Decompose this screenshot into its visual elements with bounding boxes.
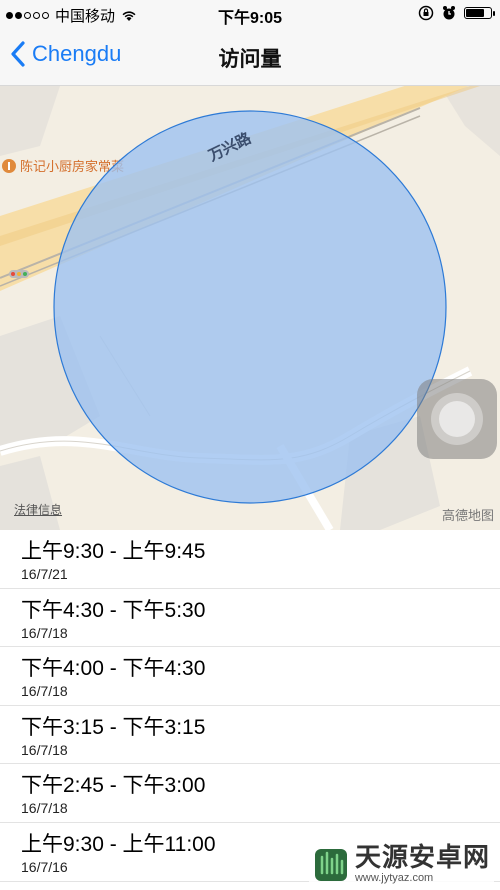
visit-date: 16/7/18 [21,624,68,641]
traffic-light-icon [9,270,29,278]
list-item[interactable]: 下午4:30 - 下午5:30 16/7/18 [0,589,500,648]
status-right [418,5,495,21]
visit-time-range: 下午4:30 - 下午5:30 [21,598,206,622]
navigation-bar: Chengdu 访问量 [0,28,500,86]
list-item[interactable]: 下午4:00 - 下午4:30 16/7/18 [0,647,500,706]
visit-time-range: 下午4:00 - 下午4:30 [21,657,206,681]
watermark-brand: 天源安卓网 www.jytyaz.com [308,840,494,886]
visit-date: 16/7/18 [21,741,68,758]
list-item[interactable]: 下午2:45 - 下午3:00 16/7/18 [0,764,500,823]
brand-title: 天源安卓网 [354,842,490,872]
visit-list: 上午9:30 - 上午9:45 16/7/21 下午4:30 - 下午5:30 … [0,530,500,882]
poi-restaurant[interactable]: 陈记小厨房家常菜 [2,156,124,175]
list-item[interactable]: 下午3:15 - 下午3:15 16/7/18 [0,706,500,765]
visit-date: 16/7/18 [21,683,68,700]
brand-logo-icon [314,849,347,881]
assistive-touch-button[interactable] [417,379,497,459]
battery-icon [464,7,495,19]
map-canvas [0,86,500,530]
location-map[interactable]: 陈记小厨房家常菜 万兴路 法律信息 高德地图 [0,86,500,530]
assistive-ring-inner [439,401,475,437]
visit-time-range: 下午3:15 - 下午3:15 [21,715,206,739]
visit-time-range: 下午2:45 - 下午3:00 [21,774,206,798]
brand-url: www.jytyaz.com [354,872,434,884]
visit-date: 16/7/18 [21,800,68,817]
map-provider-label: 高德地图 [441,508,494,523]
orientation-lock-icon [418,5,434,21]
visit-date: 16/7/21 [21,566,68,582]
visit-time-range: 上午9:30 - 上午9:45 [21,540,206,563]
list-item[interactable]: 上午9:30 - 上午9:45 16/7/21 [0,530,500,589]
status-bar: 中国移动 下午9:05 [0,0,500,28]
page-title: 访问量 [218,48,282,71]
restaurant-icon [2,158,16,173]
poi-label: 陈记小厨房家常菜 [20,159,125,174]
alarm-icon [443,6,455,20]
legal-info-link[interactable]: 法律信息 [14,501,62,518]
